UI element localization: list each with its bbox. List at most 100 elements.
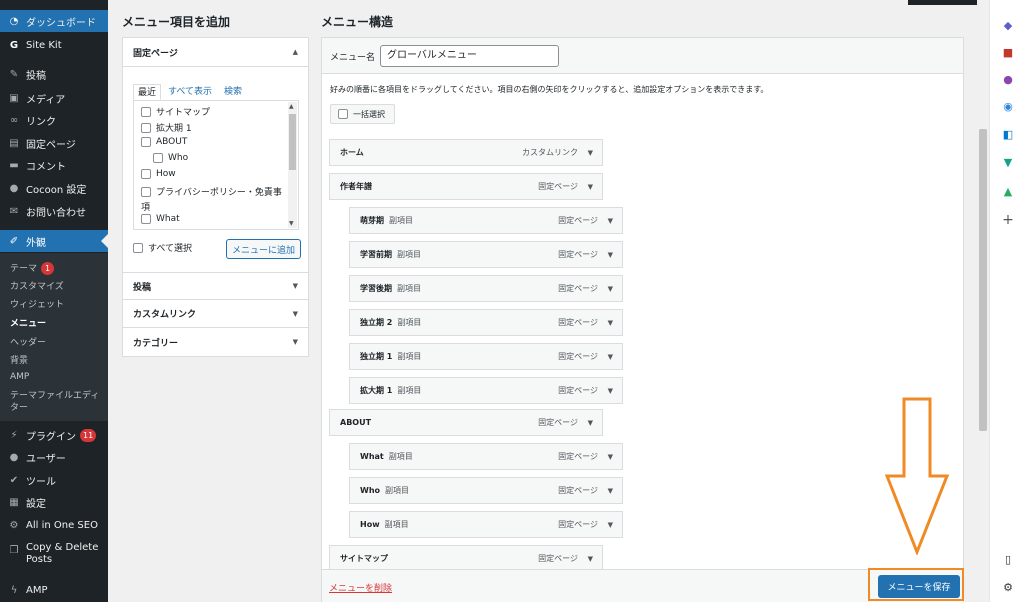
link-icon: ∞: [9, 114, 19, 126]
accordion-custom-links[interactable]: カスタムリンク ▼: [123, 300, 308, 328]
chevron-down-icon[interactable]: ▼: [608, 353, 613, 361]
page-checkbox-item[interactable]: Who: [153, 153, 188, 163]
chevron-down-icon[interactable]: ▼: [608, 285, 613, 293]
sidebar-item-amp[interactable]: ϟ AMP: [0, 579, 108, 601]
page-checkbox-item[interactable]: プライバシーポリシー・免責事: [141, 185, 282, 198]
menu-sub-item[interactable]: 拡大期 1 副項目 固定ページ ▼: [349, 377, 623, 404]
checkbox[interactable]: [141, 106, 151, 117]
menu-name-input[interactable]: グローバルメニュー: [380, 45, 559, 67]
checkbox[interactable]: [338, 109, 348, 119]
chevron-down-icon[interactable]: ▼: [588, 149, 593, 157]
checkbox[interactable]: [153, 153, 163, 163]
menu-item[interactable]: サイトマップ 固定ページ ▼: [329, 545, 603, 572]
scroll-up-icon[interactable]: ▲: [289, 103, 294, 110]
menu-sub-item[interactable]: 萌芽期 副項目 固定ページ ▼: [349, 207, 623, 234]
sidebar-item-media[interactable]: ▣ メディア: [0, 87, 108, 109]
checklist-scrollbar[interactable]: ▲ ▼: [288, 102, 297, 228]
submenu-item-header[interactable]: ヘッダー: [10, 335, 46, 348]
page-checkbox-item[interactable]: 拡大期 1: [141, 121, 192, 134]
checkbox[interactable]: [141, 186, 151, 197]
amp-icon: ϟ: [10, 584, 18, 596]
chevron-down-icon[interactable]: ▼: [608, 387, 613, 395]
sidebar-item-users[interactable]: ● ユーザー: [0, 446, 108, 468]
chevron-down-icon[interactable]: ▼: [588, 555, 593, 563]
tree-icon[interactable]: ▲: [1001, 184, 1015, 198]
add-to-menu-button[interactable]: メニューに追加: [226, 239, 301, 259]
sidebar-item-pages[interactable]: ▤ 固定ページ: [0, 132, 108, 154]
sidebar-item-dashboard[interactable]: ◔ ダッシュボード: [0, 10, 108, 32]
shopping-icon[interactable]: ▼: [1001, 155, 1015, 169]
accordion-posts[interactable]: 投稿 ▼: [123, 272, 308, 300]
sidebar-item-comments[interactable]: ▬ コメント: [0, 154, 108, 176]
sidebar-item-site-kit[interactable]: G Site Kit: [0, 34, 108, 56]
gear-icon[interactable]: ⚙: [1001, 580, 1015, 594]
submenu-item-widgets[interactable]: ウィジェット: [10, 297, 64, 310]
sidebar-item-settings[interactable]: ▦ 設定: [0, 491, 108, 513]
sidebar-item-cocoon[interactable]: ● Cocoon 設定: [0, 177, 108, 199]
chevron-down-icon[interactable]: ▼: [608, 217, 613, 225]
chevron-down-icon[interactable]: ▼: [588, 183, 593, 191]
add-icon[interactable]: +: [1001, 212, 1015, 228]
person-icon[interactable]: ●: [1001, 72, 1015, 86]
chevron-down-icon[interactable]: ▼: [608, 453, 613, 461]
outlook-icon[interactable]: ◧: [1001, 127, 1015, 141]
sidebar-item-contact[interactable]: ✉ お問い合わせ: [0, 200, 108, 222]
page-scroll-thumb[interactable]: [979, 129, 987, 431]
submenu-item-theme-editor[interactable]: テーマファイルエディター: [10, 390, 100, 414]
accordion-categories[interactable]: カテゴリー ▼: [123, 328, 308, 356]
select-all-checkbox[interactable]: すべて選択: [133, 241, 192, 254]
chevron-down-icon[interactable]: ▼: [608, 521, 613, 529]
submenu-item-amp[interactable]: AMP: [10, 372, 29, 382]
menu-item[interactable]: ABOUT 固定ページ ▼: [329, 409, 603, 436]
menu-sub-item[interactable]: 独立期 2 副項目 固定ページ ▼: [349, 309, 623, 336]
bulk-select-checkbox[interactable]: 一括選択: [330, 104, 395, 124]
tab-search[interactable]: 検索: [224, 84, 242, 100]
menu-sub-item[interactable]: 学習前期 副項目 固定ページ ▼: [349, 241, 623, 268]
sidebar-toggle-icon[interactable]: ▯: [1001, 552, 1015, 566]
tab-recent[interactable]: 最近: [133, 84, 162, 100]
submenu-item-themes[interactable]: テーマ 1: [10, 261, 55, 275]
submenu-item-customize[interactable]: カスタマイズ: [10, 279, 64, 292]
checkbox[interactable]: [141, 214, 151, 224]
sidebar-item-aioseo[interactable]: ⚙ All in One SEO: [0, 514, 108, 536]
menu-sub-item[interactable]: Who 副項目 固定ページ ▼: [349, 477, 623, 504]
page-scrollbar[interactable]: [977, 6, 989, 602]
chevron-down-icon[interactable]: ▼: [608, 251, 613, 259]
sidebar-item-copy-delete-posts[interactable]: ❐ Copy & Delete Posts: [0, 540, 108, 570]
tab-view-all[interactable]: すべて表示: [168, 84, 212, 100]
scroll-thumb[interactable]: [289, 114, 296, 170]
browser-sidebar: ◆ ■ ● ◉ ◧ ▼ ▲ + ▯ ⚙: [989, 0, 1024, 602]
page-checkbox-item[interactable]: How: [141, 169, 176, 179]
sidebar-item-posts[interactable]: ✎ 投稿: [0, 63, 108, 85]
delete-menu-link[interactable]: メニューを削除: [329, 581, 392, 594]
scroll-down-icon[interactable]: ▼: [289, 220, 294, 227]
menu-sub-item[interactable]: What 副項目 固定ページ ▼: [349, 443, 623, 470]
chevron-down-icon[interactable]: ▼: [608, 487, 613, 495]
sidebar-item-tools[interactable]: ✔ ツール: [0, 469, 108, 491]
sidebar-item-label: ダッシュボード: [26, 17, 96, 29]
menu-sub-item[interactable]: How 副項目 固定ページ ▼: [349, 511, 623, 538]
page-checkbox-item[interactable]: What: [141, 214, 180, 224]
copilot-icon[interactable]: ◉: [1001, 99, 1015, 113]
checkbox[interactable]: [133, 242, 143, 253]
tag-icon[interactable]: ◆: [1001, 18, 1015, 32]
menu-sub-item[interactable]: 学習後期 副項目 固定ページ ▼: [349, 275, 623, 302]
sidebar-item-links[interactable]: ∞ リンク: [0, 109, 108, 131]
sidebar-item-appearance[interactable]: ✐ 外観: [0, 230, 108, 252]
submenu-item-background[interactable]: 背景: [10, 353, 28, 366]
submenu-item-menus[interactable]: メニュー: [10, 316, 46, 329]
chevron-down-icon[interactable]: ▼: [588, 419, 593, 427]
page-checkbox-item[interactable]: サイトマップ: [141, 105, 210, 118]
accordion-pages[interactable]: 固定ページ ▲: [123, 38, 308, 67]
checkbox[interactable]: [141, 137, 151, 147]
toolbox-icon[interactable]: ■: [1001, 45, 1015, 59]
checkbox[interactable]: [141, 122, 151, 133]
menu-item[interactable]: ホーム カスタムリンク ▼: [329, 139, 603, 166]
sidebar-item-plugins[interactable]: ⚡ プラグイン 11: [0, 424, 108, 446]
page-checkbox-item[interactable]: ABOUT: [141, 137, 187, 147]
menu-item[interactable]: 作者年譜 固定ページ ▼: [329, 173, 603, 200]
menu-sub-item[interactable]: 独立期 1 副項目 固定ページ ▼: [349, 343, 623, 370]
sidebar-item-label: AMP: [26, 584, 48, 596]
chevron-down-icon[interactable]: ▼: [608, 319, 613, 327]
checkbox[interactable]: [141, 169, 151, 179]
